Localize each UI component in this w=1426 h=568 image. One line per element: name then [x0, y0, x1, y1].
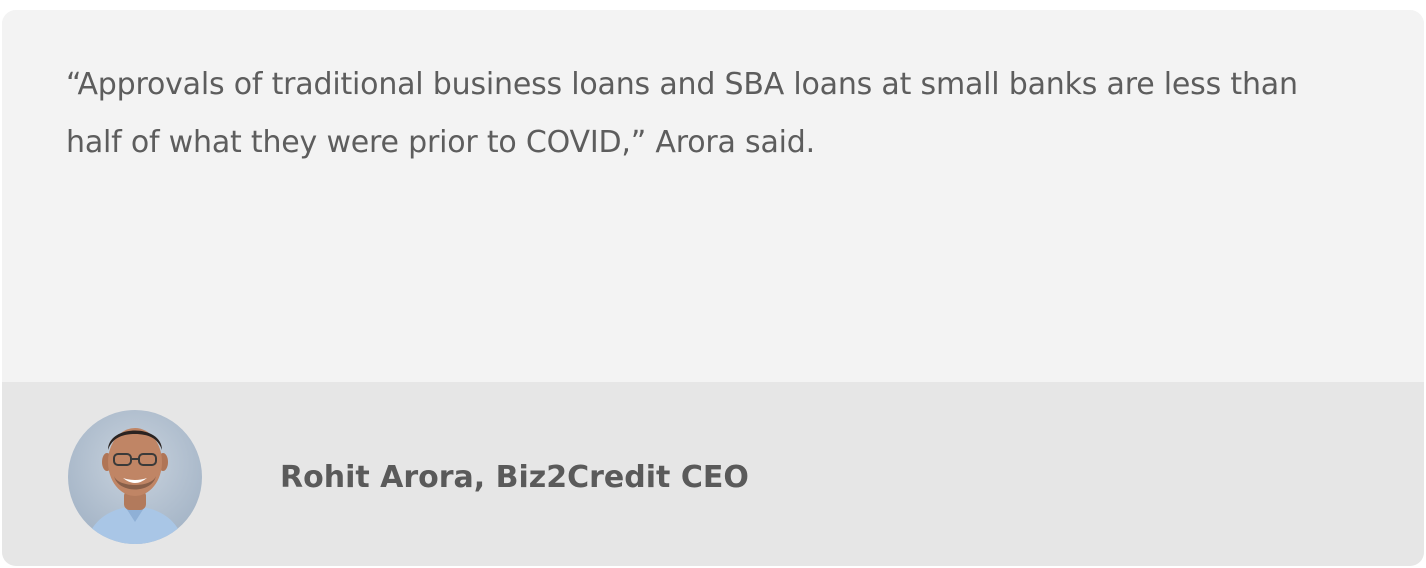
author-name: Rohit Arora, Biz2Credit CEO: [280, 460, 749, 495]
quote-section: “Approvals of traditional business loans…: [2, 10, 1424, 382]
author-photo: [68, 410, 202, 544]
quote-text: “Approvals of traditional business loans…: [66, 67, 1298, 160]
avatar: [68, 410, 202, 544]
author-section: Rohit Arora, Biz2Credit CEO: [2, 382, 1424, 566]
testimonial-card: “Approvals of traditional business loans…: [2, 10, 1424, 566]
